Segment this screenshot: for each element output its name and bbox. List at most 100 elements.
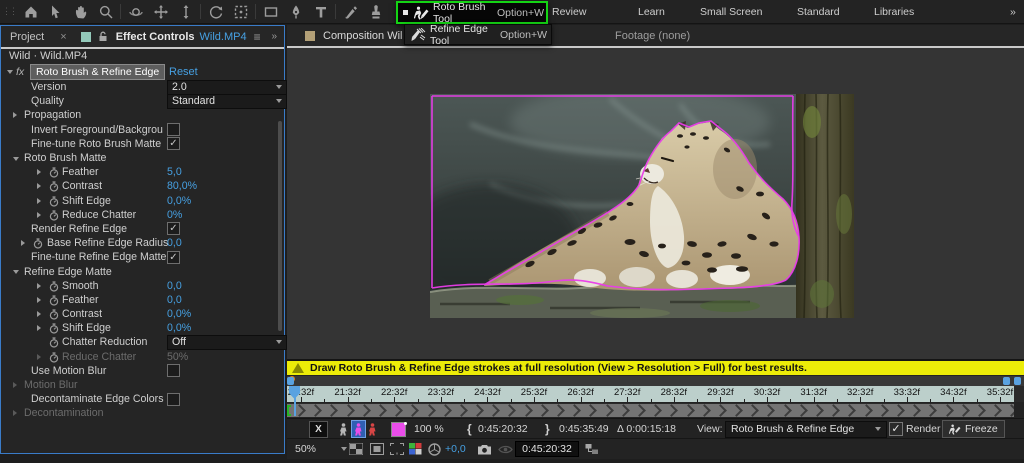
property-value[interactable]: 0,0% bbox=[167, 195, 191, 207]
panel-grip[interactable]: ⋮⋮ bbox=[2, 6, 16, 17]
panel-menu-icon[interactable]: ≡ bbox=[254, 30, 261, 44]
property-value[interactable]: 80,0% bbox=[167, 180, 197, 192]
camera-tool[interactable] bbox=[228, 1, 253, 23]
lock-icon[interactable] bbox=[98, 31, 108, 42]
timeline-end-marker[interactable] bbox=[1014, 377, 1021, 385]
tab-effect-controls[interactable]: Effect Controls bbox=[116, 31, 195, 43]
composition-viewer[interactable] bbox=[287, 48, 1024, 359]
effect-name[interactable]: Roto Brush & Refine Edge bbox=[30, 64, 165, 80]
workspace-libraries[interactable]: Libraries bbox=[874, 0, 914, 24]
toggle-alpha-boundary-icon[interactable] bbox=[351, 420, 366, 438]
panel-scrollbar[interactable] bbox=[278, 121, 282, 331]
type-tool[interactable] bbox=[308, 1, 333, 23]
twirl-icon[interactable] bbox=[37, 198, 41, 204]
workspace-standard[interactable]: Standard bbox=[797, 0, 840, 24]
view-dropdown[interactable]: Roto Brush & Refine Edge bbox=[725, 421, 887, 438]
rectangle-tool[interactable] bbox=[258, 1, 283, 23]
zoom-tool[interactable] bbox=[93, 1, 118, 23]
orbit-camera-tool[interactable] bbox=[123, 1, 148, 23]
effect-twirl-icon[interactable] bbox=[7, 70, 13, 74]
property-value[interactable]: 0% bbox=[167, 209, 182, 221]
overlay-opacity-value[interactable]: 100 % bbox=[414, 419, 444, 439]
tab-project-close-icon[interactable]: × bbox=[60, 31, 66, 43]
property-value[interactable]: 0,0% bbox=[167, 308, 191, 320]
twirl-icon[interactable] bbox=[13, 382, 17, 388]
property-checkbox[interactable]: ✓ bbox=[167, 222, 180, 235]
exposure-icon[interactable] bbox=[428, 439, 441, 459]
flowchart-icon[interactable] bbox=[585, 439, 599, 459]
in-point-time[interactable]: 0:45:20:32 bbox=[478, 419, 528, 439]
freeze-button[interactable]: Freeze bbox=[942, 420, 1005, 438]
pen-tool[interactable] bbox=[283, 1, 308, 23]
region-of-interest-icon[interactable] bbox=[390, 439, 404, 459]
render-checkbox[interactable]: ✓ bbox=[889, 422, 903, 436]
work-area-end-handle[interactable] bbox=[1003, 377, 1010, 385]
span-start-bracket[interactable] bbox=[287, 405, 291, 416]
workspace-learn[interactable]: Learn bbox=[638, 0, 665, 24]
toggle-alpha-view-icon[interactable] bbox=[337, 421, 350, 437]
dolly-camera-tool[interactable] bbox=[173, 1, 198, 23]
workspace-small-screen[interactable]: Small Screen bbox=[700, 0, 762, 24]
brush-tool[interactable] bbox=[338, 1, 363, 23]
menu-item-refine-edge-tool[interactable]: Refine Edge Tool Option+W bbox=[404, 24, 552, 45]
twirl-icon[interactable] bbox=[13, 270, 19, 274]
roto-span-bar[interactable] bbox=[287, 403, 1014, 417]
time-ruler[interactable]: 20:32f21:32f22:32f23:32f24:32f25:32f26:3… bbox=[287, 386, 1014, 402]
effect-reset-link[interactable]: Reset bbox=[169, 66, 198, 78]
property-value[interactable]: 0,0 bbox=[167, 237, 182, 249]
property-value[interactable]: 5,0 bbox=[167, 166, 182, 178]
property-value[interactable]: 0,0 bbox=[167, 294, 182, 306]
hand-tool[interactable] bbox=[68, 1, 93, 23]
property-checkbox[interactable] bbox=[167, 123, 180, 136]
property-dropdown[interactable]: 2.0 bbox=[167, 80, 287, 95]
rotation-tool[interactable] bbox=[203, 1, 228, 23]
effect-controls-target[interactable]: Wild.MP4 bbox=[200, 31, 247, 43]
twirl-icon[interactable] bbox=[37, 297, 41, 303]
out-point-time[interactable]: 0:45:35:49 bbox=[559, 419, 609, 439]
property-checkbox[interactable] bbox=[167, 364, 180, 377]
toggle-alpha-overlay-icon[interactable] bbox=[366, 421, 379, 437]
boundary-color-swatch[interactable] bbox=[391, 422, 406, 437]
twirl-icon[interactable] bbox=[37, 354, 41, 360]
twirl-icon[interactable] bbox=[13, 157, 19, 161]
clone-stamp-tool[interactable] bbox=[363, 1, 388, 23]
twirl-icon[interactable] bbox=[21, 240, 25, 246]
menu-item-roto-brush-tool[interactable]: Roto Brush Tool Option+W bbox=[396, 1, 548, 24]
property-value[interactable]: 50% bbox=[167, 351, 188, 363]
twirl-icon[interactable] bbox=[37, 169, 41, 175]
selection-tool[interactable] bbox=[43, 1, 68, 23]
property-dropdown[interactable]: Standard bbox=[167, 94, 287, 109]
twirl-icon[interactable] bbox=[37, 311, 41, 317]
property-checkbox[interactable]: ✓ bbox=[167, 137, 180, 150]
property-checkbox[interactable] bbox=[167, 393, 180, 406]
work-area-start-handle[interactable] bbox=[287, 377, 294, 385]
channel-colors-icon[interactable] bbox=[409, 439, 422, 459]
home-tool[interactable] bbox=[18, 1, 43, 23]
tab-project[interactable]: Project bbox=[10, 31, 44, 43]
current-time-field[interactable]: 0:45:20:32 bbox=[515, 441, 579, 457]
property-checkbox[interactable]: ✓ bbox=[167, 251, 180, 264]
magnification-dropdown[interactable]: 50% bbox=[291, 442, 351, 457]
workspace-review[interactable]: Review bbox=[552, 0, 586, 24]
transparency-grid-icon[interactable] bbox=[349, 439, 363, 459]
twirl-icon[interactable] bbox=[37, 212, 41, 218]
toggle-alpha-icon[interactable]: X bbox=[309, 421, 328, 438]
twirl-icon[interactable] bbox=[13, 410, 17, 416]
show-snapshot-icon[interactable] bbox=[498, 439, 513, 459]
safe-zones-icon[interactable] bbox=[370, 439, 384, 459]
twirl-icon[interactable] bbox=[37, 183, 41, 189]
exposure-offset-value[interactable]: +0,0 bbox=[445, 439, 466, 459]
property-dropdown[interactable]: Off bbox=[167, 335, 287, 350]
twirl-icon[interactable] bbox=[13, 112, 17, 118]
snapshot-camera-icon[interactable] bbox=[477, 439, 492, 459]
tab-composition[interactable]: Composition Wil bbox=[323, 30, 402, 42]
twirl-icon[interactable] bbox=[37, 283, 41, 289]
property-value[interactable]: 0,0 bbox=[167, 280, 182, 292]
property-value[interactable]: 0,0% bbox=[167, 322, 191, 334]
workspace-overflow-icon[interactable]: » bbox=[1010, 0, 1016, 24]
work-area-bar[interactable] bbox=[287, 376, 1024, 386]
tab-overflow-icon[interactable]: » bbox=[271, 31, 276, 42]
pan-camera-tool[interactable] bbox=[148, 1, 173, 23]
twirl-icon[interactable] bbox=[37, 325, 41, 331]
tab-footage[interactable]: Footage (none) bbox=[615, 30, 690, 42]
